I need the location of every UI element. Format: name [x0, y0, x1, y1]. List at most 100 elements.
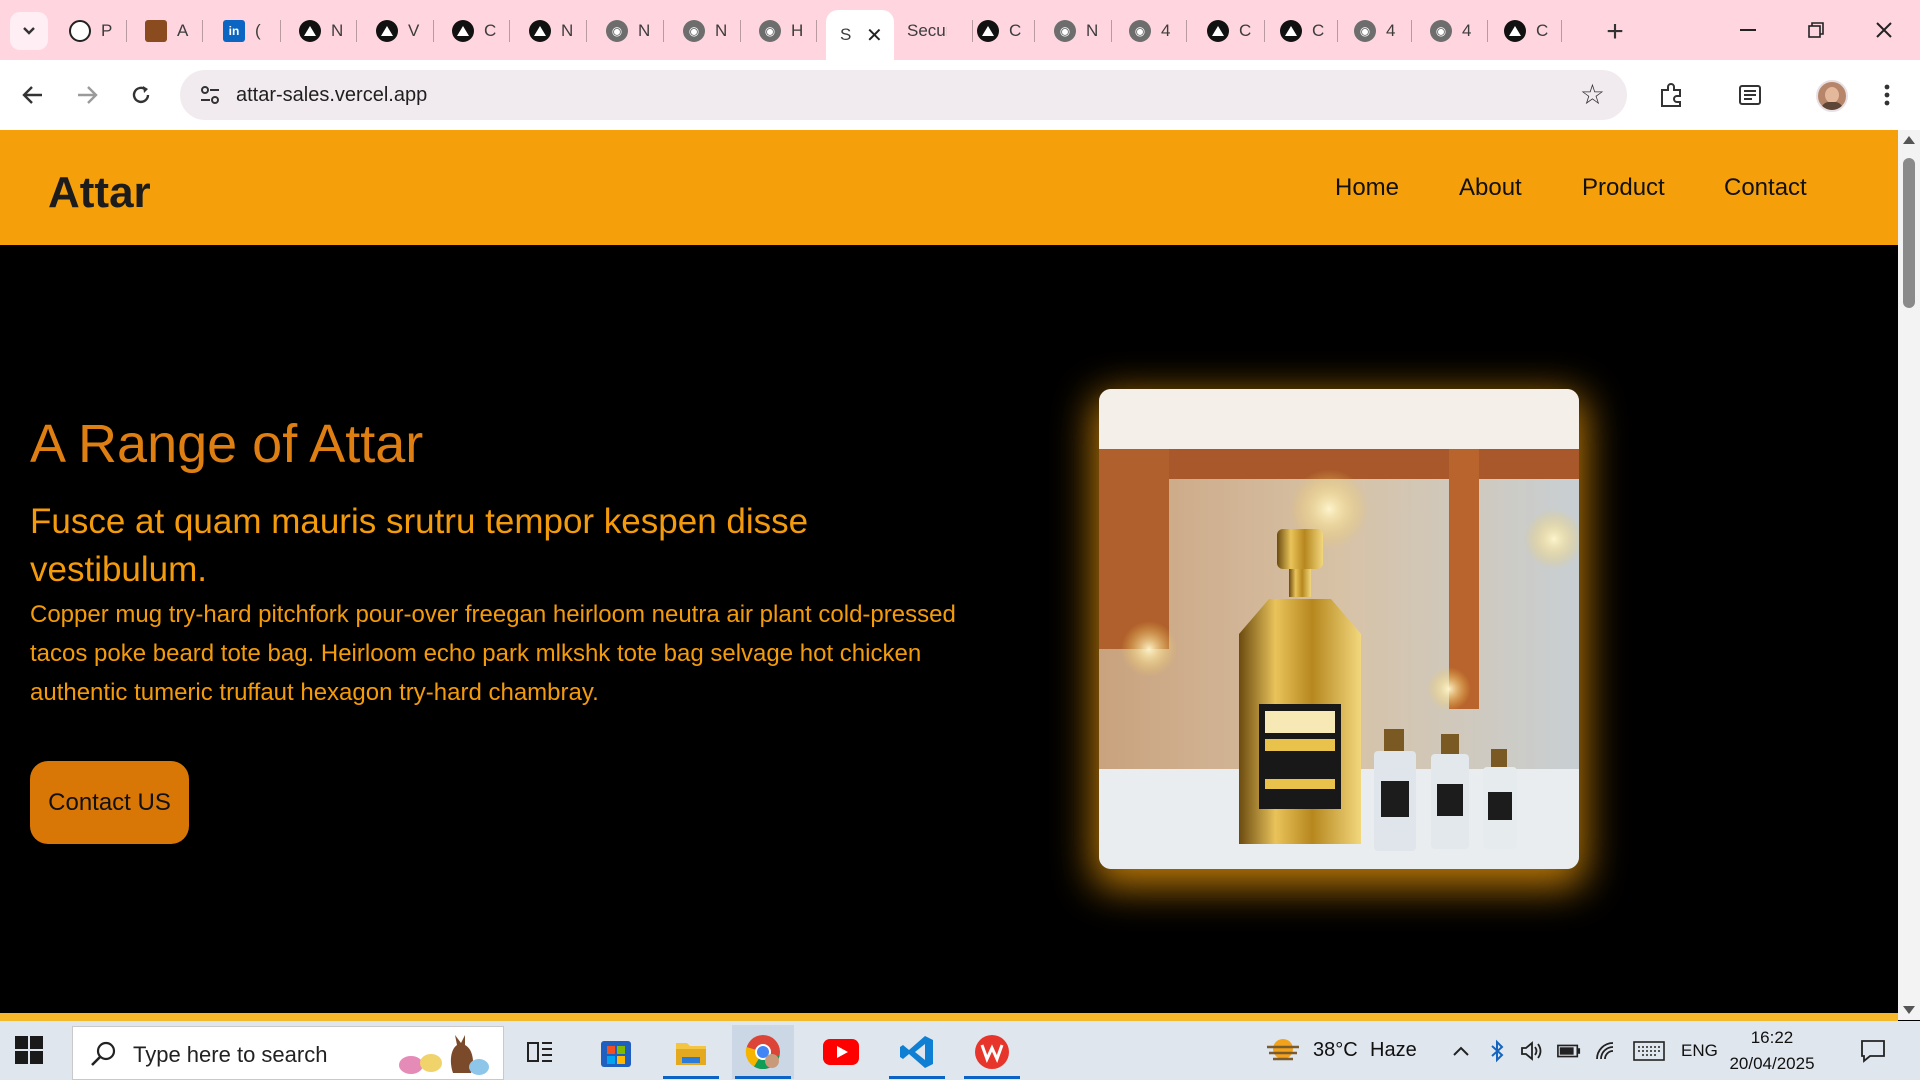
wps-office-app[interactable] — [961, 1025, 1023, 1079]
scroll-up-arrow-icon[interactable] — [1903, 136, 1915, 144]
attar-bottle-image — [1099, 389, 1579, 869]
haze-weather-icon — [1267, 1039, 1299, 1061]
tab-title: H — [791, 21, 803, 40]
profile-avatar[interactable] — [1816, 80, 1848, 112]
scroll-thumb[interactable] — [1903, 158, 1915, 308]
weather-temperature[interactable]: 38°C — [1313, 1039, 1358, 1062]
bluetooth-icon[interactable] — [1485, 1039, 1509, 1063]
vercel-icon — [1280, 20, 1302, 42]
close-window-button[interactable] — [1850, 0, 1918, 60]
store-icon — [601, 1041, 631, 1067]
tab-separator — [126, 20, 127, 42]
reload-button[interactable] — [123, 77, 159, 113]
chrome-app[interactable] — [732, 1025, 794, 1079]
tab-title: 4 — [1161, 21, 1171, 40]
tab-separator — [1264, 20, 1265, 42]
weather-condition[interactable]: Haze — [1370, 1039, 1417, 1062]
site-logo[interactable]: Attar — [48, 168, 151, 218]
reading-list-button[interactable] — [1731, 76, 1769, 114]
browser-tab[interactable]: ◉ N — [1040, 10, 1112, 52]
battery-icon[interactable] — [1557, 1039, 1581, 1063]
site-navbar: Attar Home About Product Contact — [0, 130, 1898, 245]
show-hidden-icons-chevron-icon[interactable] — [1449, 1039, 1473, 1063]
browser-tab[interactable]: ◉ N — [669, 10, 741, 52]
nav-contact-link[interactable]: Contact — [1724, 174, 1807, 202]
vscode-app[interactable] — [886, 1025, 948, 1079]
browser-tab[interactable]: ◉ 4 — [1416, 10, 1488, 52]
task-view-button[interactable] — [509, 1025, 571, 1079]
web-page: Attar Home About Product Contact A Range… — [0, 130, 1898, 1015]
tab-title: N — [561, 21, 573, 40]
file-explorer-app[interactable] — [660, 1025, 722, 1079]
globe-icon: ◉ — [683, 20, 705, 42]
browser-tab[interactable]: C — [963, 10, 1035, 52]
browser-tab[interactable]: ◉ H — [745, 10, 817, 52]
forward-button[interactable] — [69, 77, 105, 113]
browser-tab[interactable]: in ( — [209, 10, 281, 52]
back-arrow-icon — [22, 86, 42, 104]
tab-search-button[interactable] — [10, 12, 48, 50]
close-tab-icon[interactable]: ✕ — [866, 23, 883, 48]
folder-icon — [676, 1043, 706, 1065]
more-vertical-icon — [1884, 84, 1890, 106]
taskbar-search-box[interactable]: Type here to search — [72, 1026, 504, 1080]
new-tab-button[interactable]: + — [1597, 14, 1633, 50]
wifi-icon[interactable] — [1594, 1039, 1618, 1063]
tab-separator — [1411, 20, 1412, 42]
vercel-icon — [1504, 20, 1526, 42]
vercel-icon — [1207, 20, 1229, 42]
extensions-button[interactable] — [1652, 76, 1690, 114]
address-bar[interactable]: attar-sales.vercel.app ☆ — [180, 70, 1627, 120]
browser-tab[interactable]: N — [515, 10, 587, 52]
nav-home-link[interactable]: Home — [1335, 174, 1399, 202]
youtube-app[interactable] — [810, 1025, 872, 1079]
tab-title: N — [331, 21, 343, 40]
contact-us-button[interactable]: Contact US — [30, 761, 189, 844]
browser-menu-button[interactable] — [1868, 76, 1906, 114]
restore-button[interactable] — [1782, 0, 1850, 60]
globe-icon: ◉ — [1354, 20, 1376, 42]
back-button[interactable] — [15, 77, 51, 113]
restore-icon — [1808, 22, 1824, 38]
bookmark-star-icon[interactable]: ☆ — [1580, 78, 1605, 111]
browser-tab[interactable]: P — [55, 10, 127, 52]
side-panel-icon — [1739, 85, 1761, 105]
taskbar-clock[interactable]: 16:22 20/04/2025 — [1722, 1025, 1822, 1077]
tab-title: C — [1009, 21, 1021, 40]
browser-tab[interactable]: ◉ N — [592, 10, 664, 52]
browser-tab[interactable]: V — [362, 10, 434, 52]
browser-tab[interactable]: N — [285, 10, 357, 52]
browser-tab[interactable]: C — [1193, 10, 1265, 52]
browser-tab[interactable]: S ✕ — [826, 10, 894, 60]
windows-start-icon[interactable] — [14, 1035, 44, 1065]
minimize-button[interactable] — [1714, 0, 1782, 60]
browser-tab[interactable]: C — [438, 10, 510, 52]
vercel-icon — [977, 20, 999, 42]
volume-icon[interactable] — [1520, 1039, 1544, 1063]
nav-about-link[interactable]: About — [1459, 174, 1522, 202]
input-language[interactable]: ENG — [1681, 1041, 1718, 1061]
page-scrollbar[interactable] — [1898, 130, 1920, 1020]
globe-icon: ◉ — [1129, 20, 1151, 42]
nav-product-link[interactable]: Product — [1582, 174, 1665, 202]
browser-tab[interactable]: C — [1490, 10, 1562, 52]
browser-tab[interactable]: ◉ 4 — [1115, 10, 1187, 52]
microsoft-store-app[interactable] — [585, 1025, 647, 1079]
vercel-icon — [376, 20, 398, 42]
hero-subtitle: Fusce at quam mauris srutru tempor kespe… — [30, 502, 809, 589]
browser-tab[interactable]: C — [1266, 10, 1338, 52]
browser-tab[interactable]: Secur — [893, 10, 973, 52]
tab-title: C — [1536, 21, 1548, 40]
scroll-down-arrow-icon[interactable] — [1903, 1006, 1915, 1014]
tab-title: Secur — [907, 21, 947, 40]
browser-tab[interactable]: A — [131, 10, 203, 52]
tab-title: A — [177, 21, 189, 40]
browser-tab[interactable]: ◉ 4 — [1340, 10, 1412, 52]
notifications-icon[interactable] — [1858, 1036, 1888, 1066]
keyboard-icon[interactable] — [1632, 1039, 1666, 1063]
tab-separator — [1186, 20, 1187, 42]
site-info-icon — [201, 86, 219, 104]
tab-title: 4 — [1462, 21, 1472, 40]
tab-separator — [1034, 20, 1035, 42]
browser-tab-strip: P Ain(N V C N ◉ N ◉ N ◉ H S ✕ Secur C ◉ N ◉ 4 C C ◉ 4 ◉ 4 C + — [0, 0, 1920, 60]
